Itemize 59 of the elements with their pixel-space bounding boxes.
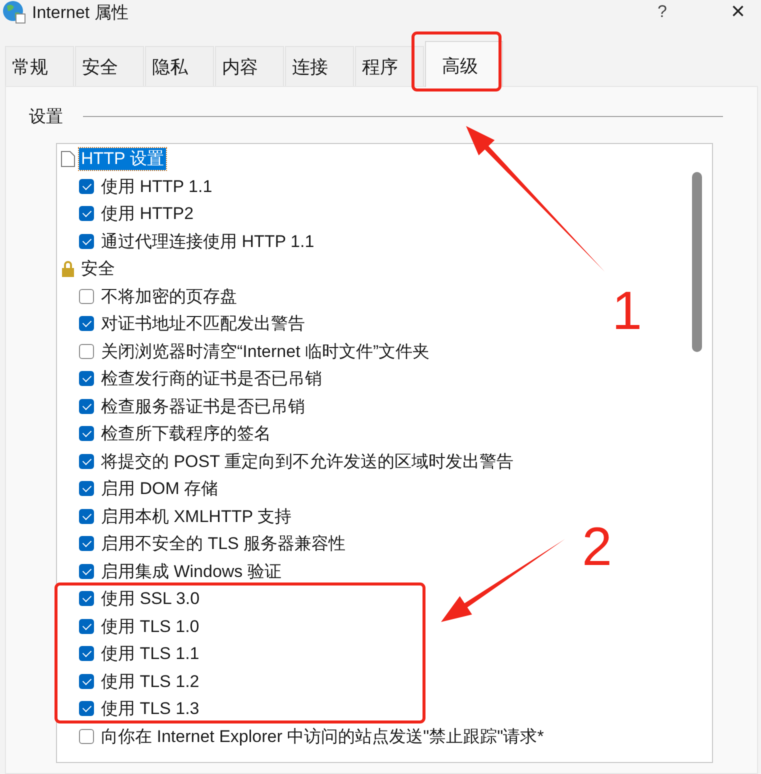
option-label: 检查服务器证书是否已吊销 [101, 396, 305, 418]
checkbox[interactable] [79, 728, 94, 744]
annotation-number: 2 [582, 520, 612, 574]
option-label: 使用 SSL 3.0 [101, 588, 200, 610]
option-label: 使用 TLS 1.2 [101, 670, 200, 693]
checkbox[interactable] [79, 398, 94, 414]
tree-item[interactable]: HTTP 设置 [79, 148, 166, 170]
checkbox[interactable] [79, 564, 94, 579]
tab[interactable]: 连接 [285, 46, 354, 86]
option-label: 启用集成 Windows 验证 [101, 560, 282, 583]
option-label: 不将加密的页存盘 [101, 286, 237, 308]
checkbox[interactable] [79, 591, 94, 606]
option-label: 关闭浏览器时清空“Internet 临时文件”文件夹 [101, 340, 430, 363]
option-label: 启用本机 XMLHTTP 支持 [101, 506, 292, 528]
option-label: 使用 HTTP2 [101, 203, 194, 226]
option-label: 使用 TLS 1.1 [101, 643, 200, 666]
checkbox[interactable] [79, 234, 94, 249]
option-label: 检查发行商的证书是否已吊销 [101, 368, 322, 390]
group-label: 设置 [29, 106, 63, 128]
globe-icon [2, 0, 26, 24]
checkbox[interactable] [79, 701, 94, 716]
checkbox[interactable] [79, 674, 94, 689]
checkbox[interactable] [79, 454, 94, 469]
tree-item[interactable]: 安全 [79, 258, 117, 280]
help-button[interactable]: ? [658, 2, 667, 22]
checkbox[interactable] [79, 288, 94, 304]
checkbox[interactable] [79, 206, 94, 222]
tab[interactable]: 隐私 [145, 46, 214, 86]
tab[interactable]: 程序 [355, 46, 424, 86]
tab[interactable]: 安全 [75, 46, 144, 86]
option-label: 将提交的 POST 重定向到不允许发送的区域时发出警告 [101, 450, 514, 473]
option-label: 检查所下载程序的签名 [101, 423, 271, 446]
option-label: 使用 HTTP 1.1 [101, 176, 212, 198]
checkbox[interactable] [79, 508, 94, 524]
checkbox[interactable] [79, 646, 94, 662]
annotation-number: 1 [612, 284, 642, 338]
checkbox[interactable] [79, 371, 94, 386]
option-label: 通过代理连接使用 HTTP 1.1 [101, 230, 314, 253]
option-label: 启用不安全的 TLS 服务器兼容性 [101, 533, 346, 556]
close-button[interactable]: × [726, 0, 749, 26]
checkbox[interactable] [79, 344, 94, 359]
window-title: Internet 属性 [32, 2, 130, 24]
checkbox[interactable] [79, 536, 94, 552]
option-label: 使用 TLS 1.3 [101, 698, 200, 720]
tab[interactable]: 高级 [425, 41, 503, 87]
checkbox[interactable] [79, 178, 94, 194]
checkbox[interactable] [79, 426, 94, 442]
checkbox[interactable] [79, 618, 94, 634]
lock-icon [60, 260, 76, 278]
option-label: 对证书地址不匹配发出警告 [101, 313, 305, 336]
checkbox[interactable] [79, 316, 94, 332]
page-icon [60, 150, 76, 168]
option-label: 使用 TLS 1.0 [101, 616, 200, 638]
tab[interactable]: 内容 [215, 46, 284, 86]
tab[interactable]: 常规 [5, 46, 74, 86]
option-label: 向你在 Internet Explorer 中访问的站点发送"禁止跟踪"请求* [101, 726, 544, 748]
scrollbar-thumb[interactable] [692, 172, 702, 352]
option-label: 启用 DOM 存储 [101, 478, 218, 500]
checkbox[interactable] [79, 481, 94, 496]
